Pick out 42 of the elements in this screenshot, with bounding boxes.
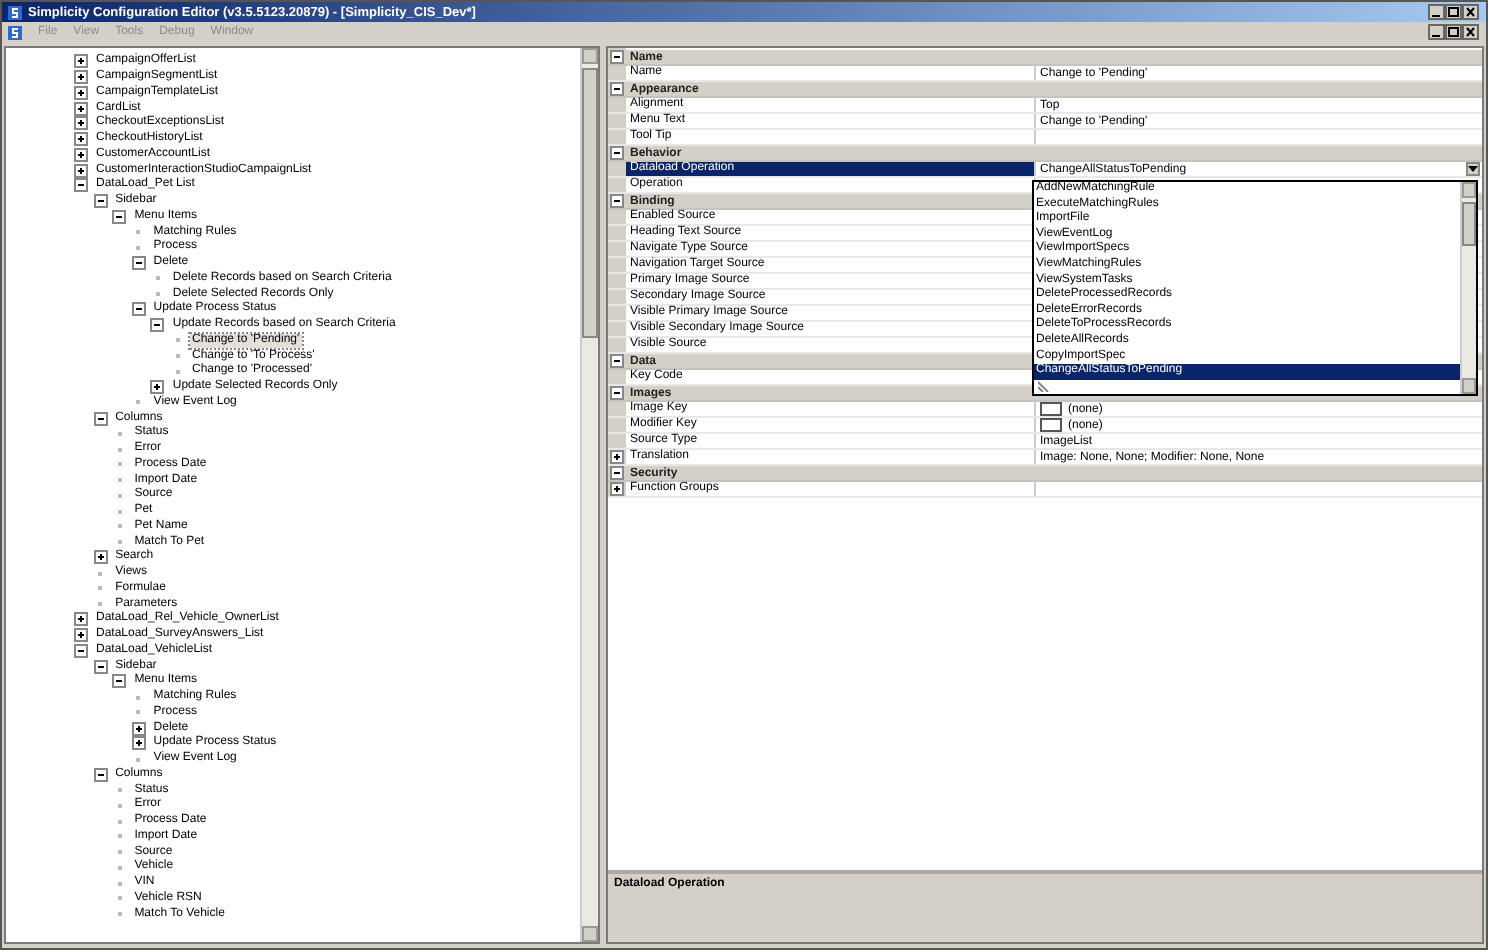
expand-icon[interactable] (131, 736, 146, 751)
expand-icon[interactable] (610, 482, 624, 496)
collapse-icon[interactable] (131, 256, 146, 271)
expand-icon[interactable] (74, 101, 88, 116)
collapse-icon[interactable] (93, 659, 108, 674)
resize-grip-icon[interactable] (1038, 380, 1050, 392)
collapse-icon[interactable] (93, 194, 108, 209)
collapse-icon[interactable] (610, 82, 624, 96)
dropdown-button[interactable] (1466, 162, 1480, 176)
expand-icon[interactable] (93, 550, 108, 565)
expand-icon[interactable] (131, 721, 146, 736)
scrollbar[interactable] (1460, 182, 1476, 394)
collapse-icon[interactable] (610, 194, 624, 208)
collapse-icon[interactable] (112, 209, 127, 224)
app-logo-icon[interactable] (8, 25, 22, 39)
expand-icon[interactable] (74, 116, 88, 131)
collapse-icon[interactable] (610, 386, 624, 400)
expand-icon[interactable] (74, 163, 88, 178)
expand-icon[interactable] (610, 450, 624, 464)
collapse-icon[interactable] (610, 50, 624, 64)
expand-icon[interactable] (74, 70, 88, 85)
collapse-icon[interactable] (610, 146, 624, 160)
document-controls-icon[interactable] (1428, 24, 1480, 40)
expand-icon[interactable] (74, 612, 88, 627)
collapse-icon[interactable] (131, 302, 146, 317)
expand-icon[interactable] (74, 628, 88, 643)
collapse-icon[interactable] (610, 354, 624, 368)
window-controls-icon[interactable] (1428, 4, 1480, 20)
app-logo-icon (8, 5, 22, 19)
collapse-icon[interactable] (74, 643, 88, 658)
expand-icon[interactable] (74, 132, 88, 147)
expand-icon[interactable] (74, 147, 88, 162)
scrollbar[interactable] (580, 48, 598, 942)
collapse-icon[interactable] (610, 466, 624, 480)
expand-icon[interactable] (74, 54, 88, 69)
collapse-icon[interactable] (93, 767, 108, 782)
collapse-icon[interactable] (93, 411, 108, 426)
expand-icon[interactable] (74, 85, 88, 100)
collapse-icon[interactable] (112, 674, 127, 689)
collapse-icon[interactable] (150, 318, 165, 333)
expand-icon[interactable] (150, 380, 165, 395)
collapse-icon[interactable] (74, 178, 88, 193)
